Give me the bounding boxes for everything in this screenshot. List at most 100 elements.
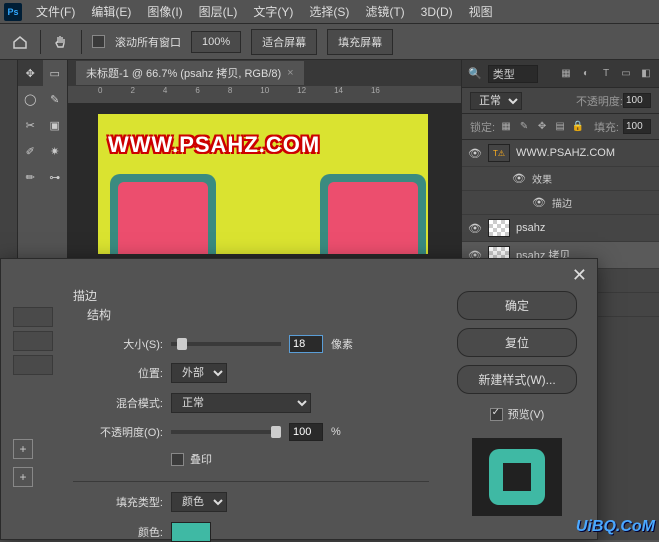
- color-swatch[interactable]: [171, 522, 211, 542]
- layer-name: WWW.PSAHZ.COM: [516, 147, 615, 159]
- artboard-tool-icon[interactable]: ▭: [43, 60, 68, 86]
- style-slot[interactable]: [13, 355, 53, 375]
- preview-swatch: [472, 438, 562, 516]
- ruler-horizontal: 0 2 4 6 8 10 12 14 16: [68, 86, 461, 104]
- fill-input[interactable]: [623, 119, 651, 134]
- overprint-checkbox[interactable]: [171, 453, 184, 466]
- fit-screen-button[interactable]: 适合屏幕: [251, 29, 317, 55]
- frame-tool-icon[interactable]: ▣: [43, 112, 68, 138]
- brush-tool-icon[interactable]: ✏: [18, 164, 43, 190]
- menu-file[interactable]: 文件(F): [28, 0, 83, 23]
- menu-view[interactable]: 视图: [461, 0, 501, 23]
- reset-button[interactable]: 复位: [457, 328, 577, 357]
- lock-label: 锁定:: [470, 119, 495, 135]
- layer-stroke-row[interactable]: 👁 描边: [462, 191, 659, 215]
- sub-title: 结构: [87, 306, 429, 323]
- move-tool-icon[interactable]: ✥: [18, 60, 43, 86]
- scroll-all-checkbox[interactable]: [92, 35, 105, 48]
- close-icon[interactable]: ✕: [572, 265, 587, 286]
- fill-screen-button[interactable]: 填充屏幕: [327, 29, 393, 55]
- stamp-tool-icon[interactable]: ⊶: [43, 164, 68, 190]
- menu-type[interactable]: 文字(Y): [245, 0, 301, 23]
- layer-thumbnail: T⚠: [488, 144, 510, 162]
- layer-thumbnail: [488, 219, 510, 237]
- visibility-icon[interactable]: 👁: [468, 147, 482, 160]
- document-tab[interactable]: 未标题-1 @ 66.7% (psahz 拷贝, RGB/8) ×: [76, 61, 304, 85]
- filter-adjust-icon[interactable]: ◐: [579, 67, 593, 81]
- menu-layer[interactable]: 图层(L): [191, 0, 246, 23]
- zoom-level-button[interactable]: 100%: [191, 31, 241, 53]
- filter-smart-icon[interactable]: ◧: [639, 67, 653, 81]
- home-icon[interactable]: [10, 32, 30, 52]
- overprint-label: 叠印: [190, 451, 212, 467]
- visibility-icon[interactable]: 👁: [512, 172, 526, 185]
- layer-style-dialog: ✕ + + 描边 结构 大小(S): 像素 位置: 外部 混合模式:: [0, 258, 598, 540]
- new-style-button[interactable]: 新建样式(W)...: [457, 365, 577, 394]
- opacity-unit: %: [331, 426, 341, 438]
- hand-tool-icon[interactable]: [51, 32, 71, 52]
- divider: [40, 30, 41, 54]
- heal-tool-icon[interactable]: ✷: [43, 138, 68, 164]
- layer-row[interactable]: 👁 T⚠ WWW.PSAHZ.COM: [462, 140, 659, 167]
- blend-select[interactable]: 正常: [171, 393, 311, 413]
- layer-filter-input[interactable]: [488, 65, 538, 83]
- visibility-icon[interactable]: 👁: [468, 222, 482, 235]
- visibility-icon[interactable]: 👁: [532, 196, 546, 209]
- lock-brush-icon[interactable]: ✎: [517, 120, 531, 134]
- preview-checkbox[interactable]: [490, 408, 503, 421]
- menu-select[interactable]: 选择(S): [301, 0, 357, 23]
- size-input[interactable]: [289, 335, 323, 353]
- menu-edit[interactable]: 编辑(E): [83, 0, 139, 23]
- filltype-select[interactable]: 颜色: [171, 492, 227, 512]
- blend-label: 混合模式:: [73, 395, 163, 411]
- menubar: Ps 文件(F) 编辑(E) 图像(I) 图层(L) 文字(Y) 选择(S) 滤…: [0, 0, 659, 24]
- menu-filter[interactable]: 滤镜(T): [357, 0, 412, 23]
- preview-label: 预览(V): [508, 406, 545, 422]
- section-title: 描边: [73, 287, 429, 304]
- app-logo: Ps: [4, 3, 22, 21]
- filter-type-icon[interactable]: T: [599, 67, 613, 81]
- style-slot[interactable]: [13, 307, 53, 327]
- position-select[interactable]: 外部: [171, 363, 227, 383]
- preview-shape: [489, 449, 545, 505]
- filter-shape-icon[interactable]: ▭: [619, 67, 633, 81]
- quick-select-tool-icon[interactable]: ✎: [43, 86, 68, 112]
- scroll-all-label: 滚动所有窗口: [115, 34, 181, 50]
- document-tab-label: 未标题-1 @ 66.7% (psahz 拷贝, RGB/8): [86, 65, 281, 81]
- divider: [81, 30, 82, 54]
- layer-row[interactable]: 👁 psahz: [462, 215, 659, 242]
- layer-effects-row[interactable]: 👁 效果: [462, 167, 659, 191]
- size-label: 大小(S):: [73, 336, 163, 352]
- divider: [73, 481, 429, 482]
- artwork-letter: [328, 182, 418, 254]
- close-tab-icon[interactable]: ×: [287, 67, 293, 79]
- blend-mode-select[interactable]: 正常: [470, 92, 522, 110]
- opacity-input[interactable]: [623, 93, 651, 108]
- layer-name: psahz: [516, 222, 545, 234]
- add-style-icon[interactable]: +: [13, 467, 33, 487]
- artwork: WWW.PSAHZ.COM: [98, 114, 428, 254]
- opacity-slider[interactable]: [171, 430, 281, 434]
- artwork-headline: WWW.PSAHZ.COM: [108, 132, 320, 158]
- menu-image[interactable]: 图像(I): [139, 0, 190, 23]
- opacity-input[interactable]: [289, 423, 323, 441]
- ok-button[interactable]: 确定: [457, 291, 577, 320]
- menu-3d[interactable]: 3D(D): [413, 2, 461, 22]
- watermark: UiBQ.CoM: [576, 518, 655, 536]
- style-slot[interactable]: [13, 331, 53, 351]
- fx-label: 效果: [532, 171, 552, 186]
- size-slider[interactable]: [171, 342, 281, 346]
- add-style-icon[interactable]: +: [13, 439, 33, 459]
- opacity-label: 不透明度:: [576, 93, 623, 109]
- filter-image-icon[interactable]: ▦: [559, 67, 573, 81]
- eyedropper-tool-icon[interactable]: ✐: [18, 138, 43, 164]
- lock-pixels-icon[interactable]: ▦: [499, 120, 513, 134]
- crop-tool-icon[interactable]: ✂: [18, 112, 43, 138]
- lock-all-icon[interactable]: 🔒: [571, 120, 585, 134]
- lock-position-icon[interactable]: ✥: [535, 120, 549, 134]
- artwork-letter: [118, 182, 208, 254]
- lasso-tool-icon[interactable]: ◯: [18, 86, 43, 112]
- search-icon[interactable]: 🔍: [468, 67, 482, 80]
- opacity-label: 不透明度(O):: [73, 424, 163, 440]
- lock-artboard-icon[interactable]: ▤: [553, 120, 567, 134]
